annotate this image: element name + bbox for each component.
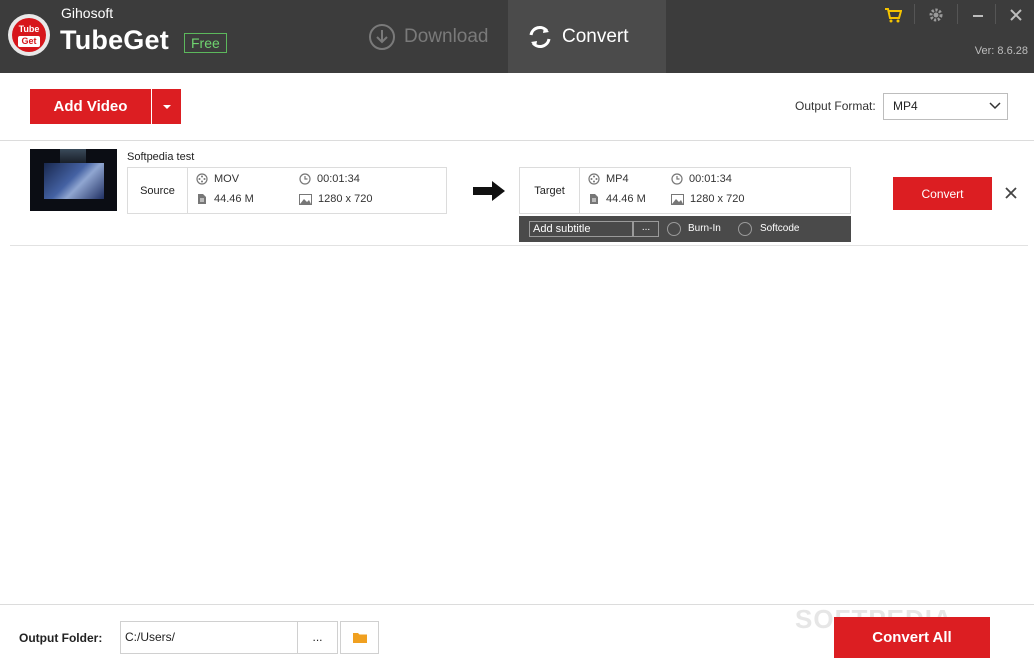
app-logo-badge: Tube Get: [12, 18, 46, 52]
close-icon: [1010, 9, 1022, 21]
target-info-box: Target MP4 00:01:34 44.46 M 1280 x 720: [519, 167, 851, 214]
cart-button[interactable]: [873, 0, 913, 30]
source-format: MOV: [196, 172, 239, 186]
source-duration: 00:01:34: [299, 172, 360, 186]
download-icon: [369, 23, 395, 50]
clock-icon: [299, 173, 311, 185]
cart-icon: [885, 8, 902, 23]
convert-button[interactable]: Convert: [893, 177, 992, 210]
toolbar-divider: [0, 140, 1034, 141]
chevron-down-icon: [989, 102, 1001, 110]
burn-in-label: Burn-In: [688, 223, 721, 234]
logo-text-bottom: Get: [18, 36, 40, 47]
output-format-label: Output Format:: [795, 99, 876, 113]
app-logo: Tube Get: [8, 14, 50, 56]
subtitle-input[interactable]: Add subtitle: [529, 221, 633, 237]
close-button[interactable]: [996, 0, 1034, 30]
tab-convert[interactable]: Convert: [508, 0, 666, 73]
minimize-icon: [973, 15, 983, 17]
subtitle-browse-button[interactable]: ...: [633, 221, 659, 237]
open-folder-button[interactable]: [340, 621, 379, 654]
output-folder-input[interactable]: C:/Users/: [120, 621, 298, 654]
item-divider: [10, 245, 1028, 246]
tab-convert-label: Convert: [562, 25, 629, 47]
add-video-dropdown[interactable]: [152, 89, 181, 124]
caret-down-icon: [162, 104, 171, 109]
softcode-radio[interactable]: [738, 222, 752, 236]
target-format: MP4: [588, 172, 629, 186]
target-duration: 00:01:34: [671, 172, 732, 186]
add-video-button[interactable]: Add Video: [30, 89, 151, 124]
control-separator: [914, 4, 915, 24]
title-bar: Tube Get Gihosoft TubeGet Free Download …: [0, 0, 1034, 73]
app-name: TubeGet: [60, 25, 169, 55]
convert-refresh-icon: [529, 25, 551, 48]
output-format-select[interactable]: MP4: [883, 93, 1008, 120]
softcode-label: Softcode: [760, 223, 800, 234]
free-badge: Free: [184, 33, 227, 53]
convert-all-button[interactable]: Convert All: [834, 617, 990, 658]
output-format-value: MP4: [893, 99, 918, 113]
film-reel-icon: [588, 173, 600, 185]
output-folder-browse-button[interactable]: ...: [298, 621, 338, 654]
gear-icon: [929, 8, 943, 22]
target-label: Target: [520, 168, 580, 213]
folder-icon: [352, 633, 367, 643]
clock-icon: [671, 173, 683, 185]
image-icon: [299, 193, 312, 205]
video-thumbnail: [30, 149, 117, 211]
burn-in-radio[interactable]: [667, 222, 681, 236]
image-icon: [671, 193, 684, 205]
source-size: 44.46 M: [196, 192, 254, 206]
tab-download-label: Download: [404, 25, 489, 47]
film-reel-icon: [196, 173, 208, 185]
logo-text-top: Tube: [18, 24, 40, 34]
file-icon: [198, 194, 206, 204]
remove-item-icon[interactable]: [1003, 185, 1019, 201]
output-folder-label: Output Folder:: [19, 631, 103, 645]
target-resolution: 1280 x 720: [671, 192, 744, 206]
arrow-right-icon: [473, 181, 505, 201]
settings-button[interactable]: [916, 0, 956, 30]
target-size: 44.46 M: [588, 192, 646, 206]
app-window: Tube Get Gihosoft TubeGet Free Download …: [0, 0, 1034, 669]
source-info-box: Source MOV 00:01:34 44.46 M 1280 x 720: [127, 167, 447, 214]
tab-download[interactable]: Download: [352, 0, 508, 73]
file-icon: [590, 194, 598, 204]
minimize-button[interactable]: [958, 0, 998, 30]
version-label: Ver: 8.6.28: [974, 45, 1028, 57]
company-name: Gihosoft: [61, 5, 114, 21]
subtitle-bar: Add subtitle ... Burn-In Softcode: [519, 216, 851, 242]
video-title: Softpedia test: [127, 151, 195, 163]
source-label: Source: [128, 168, 188, 213]
source-resolution: 1280 x 720: [299, 192, 372, 206]
